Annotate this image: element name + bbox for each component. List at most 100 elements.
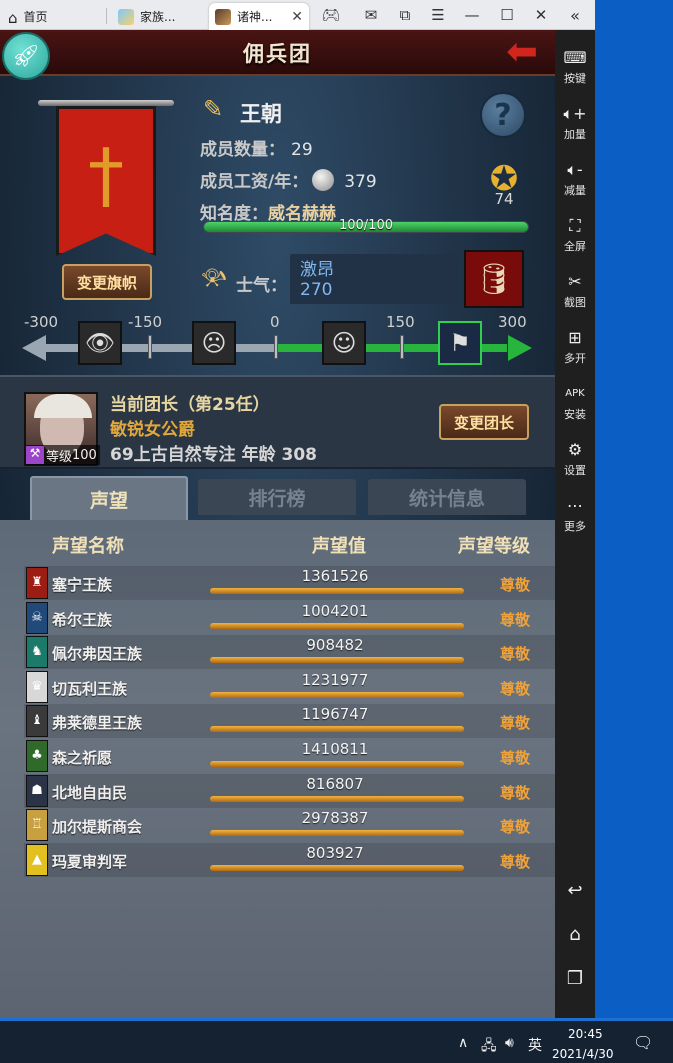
reputation-bar <box>210 726 464 733</box>
sidebar-item-multi[interactable]: ⊞ 多开 <box>555 328 595 366</box>
reputation-level: 尊敬 <box>500 645 531 664</box>
table-row[interactable]: ♖ 加尔提斯商会 2978387 尊敬 <box>24 808 555 842</box>
table-row[interactable]: ♜ 塞宁王族 1361526 尊敬 <box>24 566 555 600</box>
morale-despair-icon[interactable]: 👁︎ <box>78 321 122 365</box>
leader-title: 当前团长（第25任） <box>110 395 270 415</box>
sidebar-item-keys[interactable]: ⌨ 按键 <box>555 48 595 86</box>
reputation-level: 尊敬 <box>500 852 531 871</box>
speaker-icon[interactable]: 🔊︎ <box>505 1035 514 1051</box>
gamepad-icon[interactable]: 🎮︎ <box>318 3 344 27</box>
sidebar-item-volume-down[interactable]: 🔈︎- 减量 <box>555 160 595 198</box>
faction-emblem-icon: ♛ <box>26 670 48 703</box>
back-arrow-icon[interactable]: ⬅ <box>494 32 550 70</box>
ime-indicator[interactable]: 英 <box>528 1035 542 1055</box>
tray-chevron-icon[interactable]: ∧ <box>458 1035 468 1051</box>
close-tab-icon[interactable]: ✕ <box>291 9 303 25</box>
faction-emblem-icon: ☗ <box>26 774 48 807</box>
sidebar-item-screenshot[interactable]: ✂ 截图 <box>555 272 595 310</box>
volume-down-icon: 🔈︎- <box>567 160 583 179</box>
reputation-level: 尊敬 <box>500 679 531 698</box>
table-row[interactable]: ♞ 佩尔弗因王族 908482 尊敬 <box>24 635 555 670</box>
tab-game-active[interactable]: 诸神... ✕ <box>209 3 309 30</box>
salary-row: 成员工资/年： 379 <box>200 167 377 192</box>
screenshot-icon[interactable]: ⧉ <box>392 3 418 27</box>
reputation-value: 1196747 <box>301 705 369 724</box>
sidebar-item-volume-up[interactable]: 🔈︎+ 加量 <box>555 104 595 142</box>
reputation-bar <box>210 795 464 802</box>
morale-low-icon[interactable]: ☹ <box>192 321 236 365</box>
network-icon[interactable]: 🖧︎ <box>481 1035 497 1059</box>
morale-label: 士气： <box>236 276 287 296</box>
faction-name: 北地自由民 <box>52 783 128 802</box>
maximize-icon[interactable]: ☐ <box>494 3 520 27</box>
sword-emblem-icon: † <box>88 133 124 217</box>
change-banner-button[interactable]: 变更旗帜 <box>62 264 152 300</box>
bucket-icon[interactable]: 🛢︎ <box>464 250 524 308</box>
column-header-name: 声望名称 <box>52 536 124 557</box>
tab-home[interactable]: ⌂ 首页 <box>2 3 102 30</box>
reputation-level: 尊敬 <box>500 783 531 802</box>
back-icon[interactable]: ↩ <box>555 880 595 901</box>
table-row[interactable]: ▲ 玛夏审判军 803927 尊敬 <box>24 842 555 877</box>
tab-divider <box>106 8 107 24</box>
sidebar-item-fullscreen[interactable]: ⛶ 全屏 <box>555 216 595 254</box>
notification-icon[interactable]: 🗨︎ <box>633 1033 653 1052</box>
collapse-icon[interactable]: « <box>560 3 590 27</box>
table-row[interactable]: ♛ 切瓦利王族 1231977 尊敬 <box>24 670 555 704</box>
tab-statistics[interactable]: 统计信息 <box>368 479 526 515</box>
tick-label: -300 <box>24 313 59 331</box>
tab-label: 诸神... <box>237 10 273 24</box>
sidebar-item-more[interactable]: ⋯ 更多 <box>555 496 595 534</box>
clock-time[interactable]: 20:45 <box>568 1027 603 1041</box>
table-header: 声望名称 声望值 声望等级 <box>0 520 555 560</box>
recent-apps-icon[interactable]: ❐ <box>555 968 595 989</box>
faction-name: 切瓦利王族 <box>52 679 128 698</box>
reputation-level: 尊敬 <box>500 714 531 733</box>
edit-name-icon[interactable]: ✎ <box>203 95 233 125</box>
morale-track: -300 -150 0 150 300 👁︎ ☹ ☺ ⚑ <box>22 313 534 369</box>
guild-name: 王朝 <box>240 102 282 126</box>
tick-label: -150 <box>128 313 163 331</box>
home-icon: ⌂ <box>8 8 18 27</box>
android-home-icon[interactable]: ⌂ <box>555 924 595 945</box>
morale-normal-icon[interactable]: ☺ <box>322 321 366 365</box>
content-tabs: 声望 排行榜 统计信息 <box>0 471 555 521</box>
table-row[interactable]: ♣ 森之祈愿 1410811 尊敬 <box>24 739 555 773</box>
sidebar-item-install[interactable]: APK 安装 <box>555 384 595 422</box>
tab-ranking[interactable]: 排行榜 <box>198 479 356 515</box>
minimize-icon[interactable]: — <box>459 3 485 27</box>
sidebar-item-settings[interactable]: ⚙ 设置 <box>555 440 595 478</box>
help-icon[interactable]: ? <box>480 92 526 138</box>
reputation-value: 1361526 <box>301 567 369 585</box>
badge-count: 74 <box>494 190 514 208</box>
tab-game-family[interactable]: 家族... <box>112 3 204 30</box>
table-row[interactable]: ☠ 希尔王族 1004201 尊敬 <box>24 601 555 635</box>
table-row[interactable]: ♝ 弗莱德里王族 1196747 尊敬 <box>24 704 555 739</box>
reputation-table: 声望名称 声望值 声望等级 ♜ 塞宁王族 1361526 尊敬 ☠ 希尔王族 1004201… <box>0 520 555 1018</box>
morale-high-icon[interactable]: ⚑ <box>438 321 482 365</box>
level-label: 等级 <box>46 449 73 465</box>
faction-emblem-icon: ♞ <box>26 636 48 669</box>
faction-emblem-icon: ♜ <box>26 567 48 599</box>
tick-mark <box>274 335 278 359</box>
column-header-value: 声望值 <box>312 536 366 557</box>
tick-label: 150 <box>386 313 415 331</box>
clock-date[interactable]: 2021/4/30 <box>552 1047 614 1061</box>
reputation-level: 尊敬 <box>500 610 531 629</box>
horn-icon: 📯︎ <box>200 266 228 291</box>
rocket-icon[interactable]: 🚀︎ <box>2 32 50 80</box>
table-row[interactable]: ☗ 北地自由民 816807 尊敬 <box>24 773 555 808</box>
salary-label: 成员工资/年： <box>200 172 309 192</box>
faction-name: 森之祈愿 <box>52 749 113 767</box>
tick-label: 300 <box>498 313 527 331</box>
tab-reputation[interactable]: 声望 <box>30 476 188 521</box>
reputation-value: 908482 <box>306 636 364 655</box>
close-icon[interactable]: ✕ <box>528 3 554 27</box>
weapon-icon: ⚒ <box>26 446 44 464</box>
faction-name: 塞宁王族 <box>52 576 113 594</box>
mail-icon[interactable]: ✉ <box>358 3 384 27</box>
change-leader-button[interactable]: 变更团长 <box>439 404 529 440</box>
morale-status-box: 激昂 270 <box>290 254 458 304</box>
leader-name: 敏锐女公爵 <box>110 420 195 440</box>
menu-icon[interactable]: ☰ <box>425 3 451 27</box>
